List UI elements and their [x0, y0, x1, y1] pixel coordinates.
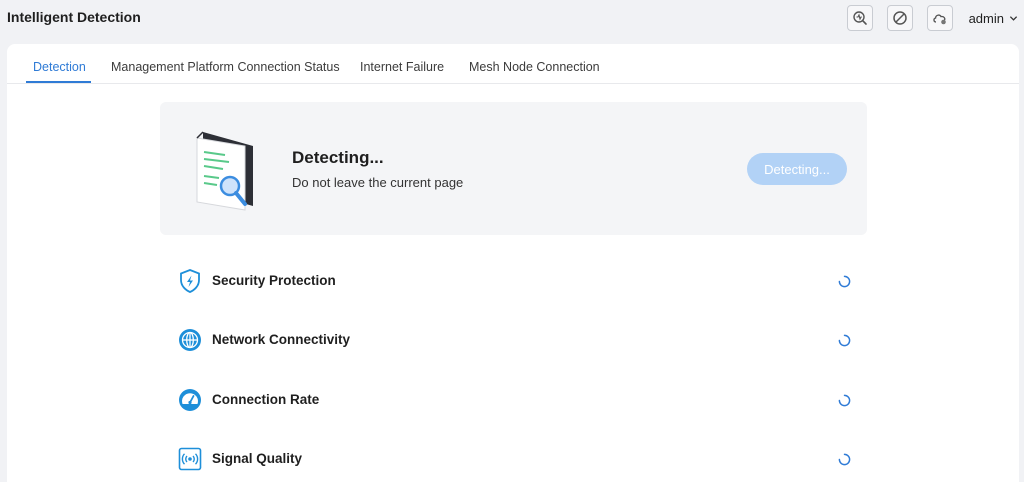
detecting-button[interactable]: Detecting... — [747, 153, 847, 185]
username: admin — [968, 10, 1004, 26]
top-bar: Intelligent Detection admin — [0, 0, 1024, 40]
diagnose-icon — [852, 11, 867, 25]
loading-spinner-icon — [838, 334, 851, 347]
shield-icon — [180, 269, 200, 293]
check-row-signal-quality: Signal Quality — [177, 444, 857, 474]
user-menu[interactable]: admin — [969, 11, 1018, 26]
detection-title: Detecting... — [292, 148, 384, 167]
cloud-button[interactable] — [926, 5, 953, 31]
tab-mesh-node-connection[interactable]: Mesh Node Connection — [469, 60, 600, 74]
chevron-down-icon — [1009, 15, 1018, 21]
main-card: Detection Management Platform Connection… — [7, 44, 1019, 482]
disable-button[interactable] — [886, 5, 913, 31]
check-label: Connection Rate — [212, 392, 320, 407]
signal-icon — [178, 447, 202, 471]
active-tab-indicator — [26, 81, 91, 83]
disable-icon — [892, 11, 907, 25]
loading-spinner-icon — [838, 275, 851, 288]
loading-spinner-icon — [838, 394, 851, 407]
check-label: Network Connectivity — [212, 332, 351, 347]
header-actions: admin — [833, 5, 1018, 31]
tab-internet-failure[interactable]: Internet Failure — [360, 60, 444, 74]
detection-status-panel: Detecting... Do not leave the current pa… — [160, 102, 867, 235]
tab-management-platform-connection-status[interactable]: Management Platform Connection Status — [111, 60, 340, 74]
check-row-security-protection: Security Protection — [177, 266, 857, 296]
diagnose-button[interactable] — [846, 5, 873, 31]
page-title: Intelligent Detection — [7, 9, 141, 25]
speedometer-icon — [179, 389, 201, 411]
document-scan-illustration — [196, 131, 253, 211]
check-row-network-connectivity: Network Connectivity — [177, 325, 857, 355]
check-row-connection-rate: Connection Rate — [177, 385, 857, 415]
check-label: Signal Quality — [212, 451, 303, 466]
loading-spinner-icon — [838, 453, 851, 466]
cloud-icon — [932, 14, 946, 25]
check-label: Security Protection — [212, 273, 336, 288]
detection-subtitle: Do not leave the current page — [292, 175, 464, 190]
tab-bar: Detection Management Platform Connection… — [7, 44, 1019, 84]
tab-detection[interactable]: Detection — [33, 60, 86, 74]
globe-icon — [179, 329, 201, 351]
